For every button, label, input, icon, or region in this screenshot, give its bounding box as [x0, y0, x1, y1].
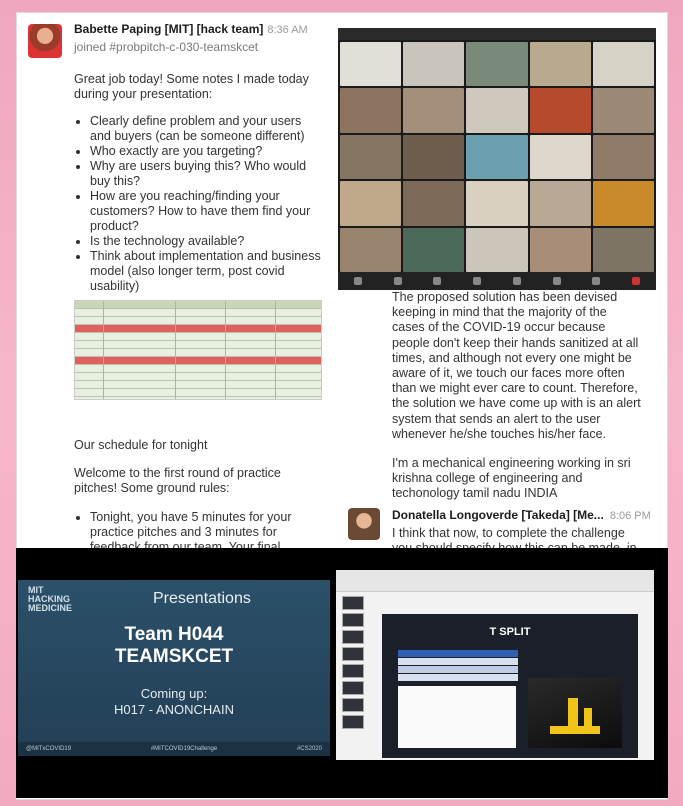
join-notice: joined #probpitch-c-030-teamskcet — [74, 40, 259, 54]
participant-tile[interactable] — [529, 88, 591, 133]
slide-thumbnails — [342, 596, 364, 750]
product-render — [528, 678, 622, 748]
message-header: Babette Paping [MIT] [hack team] 8:36 AM — [74, 22, 308, 36]
rules-list: Tonight, you have 5 minutes for your pra… — [74, 510, 319, 548]
reactions-icon[interactable] — [592, 277, 601, 285]
video-call-gallery — [338, 28, 656, 290]
slide-heading: Presentations — [153, 590, 251, 607]
shared-screen: T SPLIT — [336, 570, 654, 760]
notes-list: Clearly define problem and your users an… — [90, 114, 324, 294]
slide-thumbnail[interactable] — [342, 596, 364, 610]
participant-tile[interactable] — [592, 134, 654, 180]
participant-tile[interactable] — [403, 134, 465, 180]
list-item: Clearly define problem and your users an… — [90, 114, 324, 144]
mute-icon[interactable] — [353, 277, 362, 285]
record-icon[interactable] — [552, 277, 561, 285]
participant-tile[interactable] — [340, 227, 402, 272]
message-time[interactable]: 8:06 PM — [610, 510, 651, 522]
mit-hacking-medicine-logo: MIT HACKING MEDICINE — [28, 585, 73, 613]
current-team: Team H044 TEAMSKCET — [114, 624, 234, 667]
participant-tile[interactable] — [529, 42, 591, 87]
slide-thumbnail[interactable] — [342, 715, 364, 729]
message-paragraph: I'm a mechanical engineering working in … — [392, 456, 631, 501]
participant-tile[interactable] — [340, 88, 402, 133]
avatar[interactable] — [28, 24, 62, 58]
participants-icon[interactable] — [433, 277, 442, 285]
participant-tile[interactable] — [466, 88, 528, 133]
author-name[interactable]: Babette Paping [MIT] [hack team] — [74, 22, 263, 36]
message-body: The proposed solution has been devised k… — [392, 290, 642, 516]
welcome-text: Welcome to the first round of practice p… — [74, 466, 281, 495]
slide-thumbnail[interactable] — [342, 647, 364, 661]
call-top-bar — [338, 28, 656, 40]
participant-tile[interactable] — [403, 227, 465, 272]
presentation-slide: MIT HACKING MEDICINE Presentations Team H0… — [18, 580, 330, 756]
participant-tile[interactable] — [529, 134, 591, 180]
list-item: How are you reaching/finding your custom… — [90, 189, 324, 234]
participant-tile[interactable] — [466, 42, 528, 87]
participant-tile[interactable] — [466, 134, 528, 180]
list-item: Tonight, you have 5 minutes for your pra… — [90, 510, 319, 548]
participant-tile[interactable] — [592, 88, 654, 133]
message-paragraph: The proposed solution has been devised k… — [392, 290, 641, 441]
avatar[interactable] — [348, 508, 380, 540]
app-toolbar — [336, 570, 654, 592]
author-name[interactable]: Donatella Longoverde [Takeda] [Me... — [392, 508, 604, 522]
technical-drawing — [398, 686, 516, 748]
message-header: Donatella Longoverde [Takeda] [Me... 8:06… — [392, 508, 651, 522]
slide-thumbnail[interactable] — [342, 681, 364, 695]
slide-thumbnail[interactable] — [342, 613, 364, 627]
list-item: Think about implementation and business … — [90, 249, 324, 294]
message-body: Great job today! Some notes I made today… — [74, 72, 324, 294]
slide-title: T SPLIT — [489, 626, 531, 638]
list-item: Who exactly are you targeting? — [90, 144, 324, 159]
message-time[interactable]: 8:36 AM — [267, 24, 307, 36]
leave-icon[interactable] — [632, 277, 641, 285]
participant-tile[interactable] — [403, 88, 465, 133]
list-item: Is the technology available? — [90, 234, 324, 249]
share-screen-icon[interactable] — [512, 277, 521, 285]
participant-tile[interactable] — [529, 227, 591, 272]
slide-thumbnail[interactable] — [342, 630, 364, 644]
participant-tile[interactable] — [592, 227, 654, 272]
chat-icon[interactable] — [473, 277, 482, 285]
participant-tile[interactable] — [340, 181, 402, 226]
participant-grid — [340, 42, 654, 272]
participant-tile[interactable] — [592, 181, 654, 226]
participant-tile[interactable] — [466, 181, 528, 226]
schedule-image[interactable] — [74, 300, 322, 400]
slide-thumbnail[interactable] — [342, 664, 364, 678]
participant-tile[interactable] — [340, 134, 402, 180]
image-caption: Our schedule for tonight — [74, 438, 208, 452]
message-intro: Great job today! Some notes I made today… — [74, 72, 309, 101]
participant-tile[interactable] — [592, 42, 654, 87]
participant-tile[interactable] — [340, 42, 402, 87]
message-text: I think that now, to complete the challe… — [392, 526, 637, 548]
participant-tile[interactable] — [403, 181, 465, 226]
next-team: Coming up: H017 - ANONCHAIN — [114, 686, 234, 717]
call-controls — [338, 272, 656, 290]
video-icon[interactable] — [393, 277, 402, 285]
participant-tile[interactable] — [466, 227, 528, 272]
participant-tile[interactable] — [529, 181, 591, 226]
participant-tile[interactable] — [403, 42, 465, 87]
spec-table — [398, 650, 518, 682]
slide-thumbnail[interactable] — [342, 698, 364, 712]
slide-canvas: T SPLIT — [382, 614, 638, 758]
slide-footer: @MITxCOVID19 #MITCOVID19Challenge #CS2020 — [18, 742, 330, 756]
list-item: Why are users buying this? Who would buy… — [90, 159, 324, 189]
